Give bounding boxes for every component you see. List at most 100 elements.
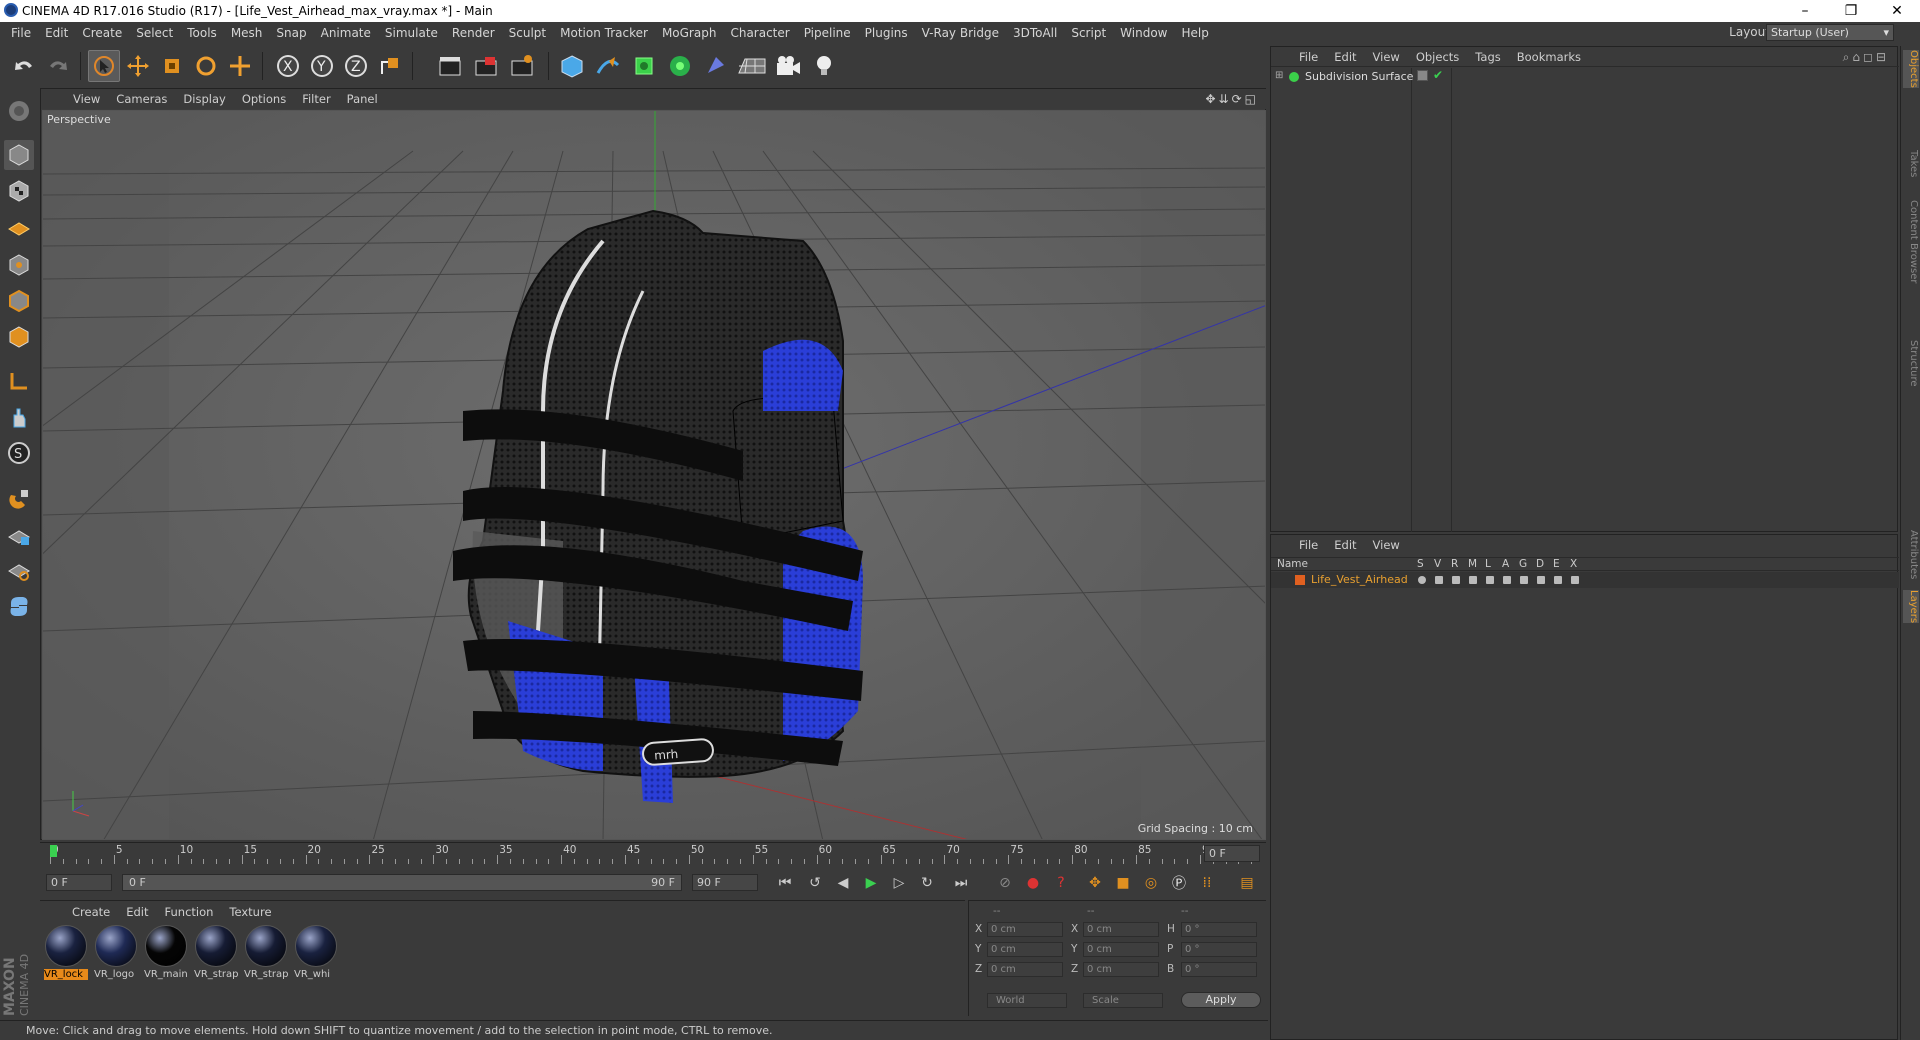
- tweak-mode-button[interactable]: [4, 402, 34, 432]
- move-tool-button[interactable]: [122, 50, 154, 82]
- menu-mograph[interactable]: MoGraph: [655, 26, 724, 40]
- menu-select[interactable]: Select: [129, 26, 180, 40]
- object-manager-tools[interactable]: ⌕⌂◻⊟: [1843, 50, 1889, 65]
- current-frame-field[interactable]: 0 F: [1204, 845, 1260, 862]
- layer-flag-icon[interactable]: [1418, 576, 1426, 584]
- layer-flag-icon[interactable]: [1503, 576, 1511, 584]
- live-selection-button[interactable]: [88, 50, 120, 82]
- coordinate-system-button[interactable]: [374, 50, 406, 82]
- workplane-lock-button[interactable]: [4, 520, 34, 550]
- layer-flag-icon[interactable]: [1452, 576, 1460, 584]
- coord-mode-select[interactable]: World: [987, 993, 1067, 1008]
- object-menu-objects[interactable]: Objects: [1408, 50, 1467, 64]
- python-button[interactable]: [4, 592, 34, 622]
- layer-flag-icon[interactable]: [1520, 576, 1528, 584]
- layer-menu-file[interactable]: File: [1291, 538, 1326, 552]
- apply-button[interactable]: Apply: [1181, 992, 1261, 1008]
- key-pla-button[interactable]: ⁞⁞: [1196, 872, 1218, 894]
- menu-plugins[interactable]: Plugins: [858, 26, 915, 40]
- layer-column-d[interactable]: D: [1536, 558, 1544, 570]
- layer-menu-edit[interactable]: Edit: [1326, 538, 1364, 552]
- coord-position-field[interactable]: 0 cm: [987, 922, 1063, 937]
- material-swatch[interactable]: VR_main: [144, 925, 188, 985]
- material-swatch[interactable]: VR_lock: [44, 925, 88, 985]
- playhead[interactable]: [50, 845, 57, 857]
- key-scale-button[interactable]: ■: [1112, 872, 1134, 894]
- visibility-toggle-icon[interactable]: [1417, 70, 1428, 81]
- viewport-menu-panel[interactable]: Panel: [339, 92, 386, 106]
- polygons-mode-button[interactable]: [4, 322, 34, 352]
- layer-color-swatch[interactable]: [1295, 575, 1305, 585]
- z-axis-button[interactable]: Z: [340, 50, 372, 82]
- layer-column-v[interactable]: V: [1434, 558, 1441, 570]
- render-region-button[interactable]: [470, 50, 502, 82]
- floor-button[interactable]: [736, 50, 768, 82]
- redo-button[interactable]: [42, 50, 74, 82]
- subdivision-surface-button[interactable]: [628, 50, 660, 82]
- coord-position-field[interactable]: 0 cm: [987, 942, 1063, 957]
- menu-v-ray-bridge[interactable]: V-Ray Bridge: [915, 26, 1006, 40]
- layer-column-r[interactable]: R: [1451, 558, 1458, 570]
- viewport-nav-icons[interactable]: ✥⇊⟳◱: [1205, 92, 1259, 106]
- key-position-button[interactable]: ✥: [1084, 872, 1106, 894]
- layer-row[interactable]: Life_Vest_Airhead: [1271, 572, 1899, 588]
- record-keys-button[interactable]: ⊘: [994, 872, 1016, 894]
- viewport-menu-options[interactable]: Options: [234, 92, 294, 106]
- side-tab-takes[interactable]: Takes: [1903, 150, 1919, 177]
- menu-motion-tracker[interactable]: Motion Tracker: [553, 26, 655, 40]
- deformer-button[interactable]: [700, 50, 732, 82]
- layer-column-e[interactable]: E: [1553, 558, 1560, 570]
- rotate-tool-button[interactable]: [190, 50, 222, 82]
- coord-rotation-field[interactable]: 0 °: [1181, 942, 1257, 957]
- close-button[interactable]: ✕: [1874, 0, 1920, 22]
- object-row[interactable]: ⊞ Subdivision Surface ✔: [1271, 68, 1899, 86]
- next-key-button[interactable]: ↻: [916, 872, 938, 894]
- scale-tool-button[interactable]: [156, 50, 188, 82]
- recent-tool-button[interactable]: [224, 50, 256, 82]
- layer-flag-icon[interactable]: [1435, 576, 1443, 584]
- menu-tools[interactable]: Tools: [180, 26, 224, 40]
- perspective-view[interactable]: mrh Perspective Grid Spacing : 10 cm: [42, 110, 1266, 840]
- viewport-menu-display[interactable]: Display: [175, 92, 233, 106]
- points-mode-button[interactable]: [4, 250, 34, 280]
- texture-mode-button[interactable]: [4, 176, 34, 206]
- coord-size-field[interactable]: 0 cm: [1083, 962, 1159, 977]
- coord-size-field[interactable]: 0 cm: [1083, 922, 1159, 937]
- coord-scale-select[interactable]: Scale: [1083, 993, 1163, 1008]
- menu-edit[interactable]: Edit: [38, 26, 75, 40]
- layer-column-s[interactable]: S: [1417, 558, 1424, 570]
- side-tab-content-browser[interactable]: Content Browser: [1903, 200, 1919, 283]
- coord-rotation-field[interactable]: 0 °: [1181, 922, 1257, 937]
- layer-column-name[interactable]: Name: [1277, 558, 1308, 570]
- cloner-button[interactable]: [664, 50, 696, 82]
- material-swatch[interactable]: VR_whi: [294, 925, 338, 985]
- key-parameter-button[interactable]: Ⓟ: [1168, 872, 1190, 894]
- key-rotation-button[interactable]: ◎: [1140, 872, 1162, 894]
- frame-range-slider[interactable]: 0 F 90 F: [122, 874, 682, 891]
- enabled-check-icon[interactable]: ✔: [1433, 68, 1443, 82]
- layout-select[interactable]: Startup (User) ▾: [1766, 24, 1894, 41]
- next-frame-button[interactable]: ▷: [888, 872, 910, 894]
- previous-frame-button[interactable]: ◀: [832, 872, 854, 894]
- menu-animate[interactable]: Animate: [314, 26, 378, 40]
- side-tab-layers[interactable]: Layers: [1903, 590, 1919, 624]
- render-view-button[interactable]: [434, 50, 466, 82]
- layer-flag-icon[interactable]: [1486, 576, 1494, 584]
- menu-snap[interactable]: Snap: [269, 26, 313, 40]
- side-tab-structure[interactable]: Structure: [1903, 340, 1919, 387]
- layer-flag-icon[interactable]: [1469, 576, 1477, 584]
- coord-position-field[interactable]: 0 cm: [987, 962, 1063, 977]
- minimize-button[interactable]: –: [1782, 0, 1828, 22]
- menu-window[interactable]: Window: [1113, 26, 1174, 40]
- undo-button[interactable]: [8, 50, 40, 82]
- viewport-menu-filter[interactable]: Filter: [294, 92, 338, 106]
- object-menu-view[interactable]: View: [1365, 50, 1408, 64]
- end-frame-field[interactable]: 90 F: [692, 874, 758, 891]
- menu-create[interactable]: Create: [75, 26, 129, 40]
- menu-help[interactable]: Help: [1174, 26, 1215, 40]
- go-to-start-button[interactable]: ⏮: [774, 872, 796, 894]
- layer-column-a[interactable]: A: [1502, 558, 1509, 570]
- side-tab-attributes[interactable]: Attributes: [1903, 530, 1919, 579]
- axis-mode-button[interactable]: [4, 366, 34, 396]
- light-button[interactable]: [808, 50, 840, 82]
